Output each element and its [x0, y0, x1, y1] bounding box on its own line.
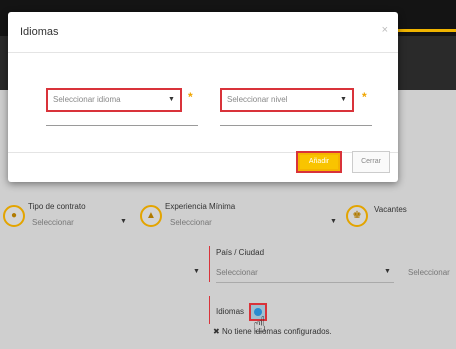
modal-title: Idiomas — [20, 26, 59, 38]
chevron-down-icon: ▼ — [330, 218, 337, 225]
min-experience-select[interactable]: Seleccionar — [170, 218, 212, 227]
chevron-down-icon: ▼ — [168, 96, 175, 103]
languages-label: Idiomas — [216, 307, 245, 316]
language-select-label: Seleccionar idioma — [53, 95, 121, 104]
contract-type-select[interactable]: Seleccionar — [32, 218, 74, 227]
required-mark: * — [362, 90, 367, 104]
add-button[interactable]: Añadir — [296, 151, 342, 173]
vacancies-icon: ♚ — [346, 205, 368, 227]
country-city-label: País / Ciudad — [216, 248, 265, 257]
modal-header: Idiomas × — [8, 12, 398, 53]
contract-icon: ● — [3, 205, 25, 227]
cancel-button[interactable]: Cerrar — [352, 151, 390, 173]
section-divider — [209, 246, 210, 282]
chevron-down-icon: ▼ — [193, 268, 200, 275]
chevron-down-icon: ▼ — [384, 268, 391, 275]
required-mark: * — [188, 90, 193, 104]
country-select[interactable]: Seleccionar — [216, 268, 258, 277]
min-experience-label: Experiencia Mínima — [165, 202, 236, 211]
city-select[interactable]: Seleccionar — [408, 268, 450, 277]
close-icon[interactable]: × — [382, 24, 388, 36]
chevron-down-icon: ▼ — [120, 218, 127, 225]
x-icon: ✖ — [213, 327, 222, 336]
add-button-label: Añadir — [308, 158, 330, 165]
experience-icon: ▲ — [140, 205, 162, 227]
vacancies-label: Vacantes — [374, 205, 407, 214]
level-select[interactable]: Seleccionar nivel ▼ — [220, 88, 354, 112]
chevron-down-icon: ▼ — [340, 96, 347, 103]
language-field: Seleccionar idioma ▼ * — [46, 88, 198, 126]
language-select[interactable]: Seleccionar idioma ▼ — [46, 88, 182, 112]
level-select-label: Seleccionar nivel — [227, 95, 288, 104]
field-underline — [216, 282, 394, 283]
no-languages-message: ✖ No tiene idiomas configurados. — [213, 327, 332, 336]
level-field: Seleccionar nivel ▼ * — [220, 88, 372, 126]
contract-type-label: Tipo de contrato — [28, 202, 86, 211]
section-divider — [209, 296, 210, 324]
